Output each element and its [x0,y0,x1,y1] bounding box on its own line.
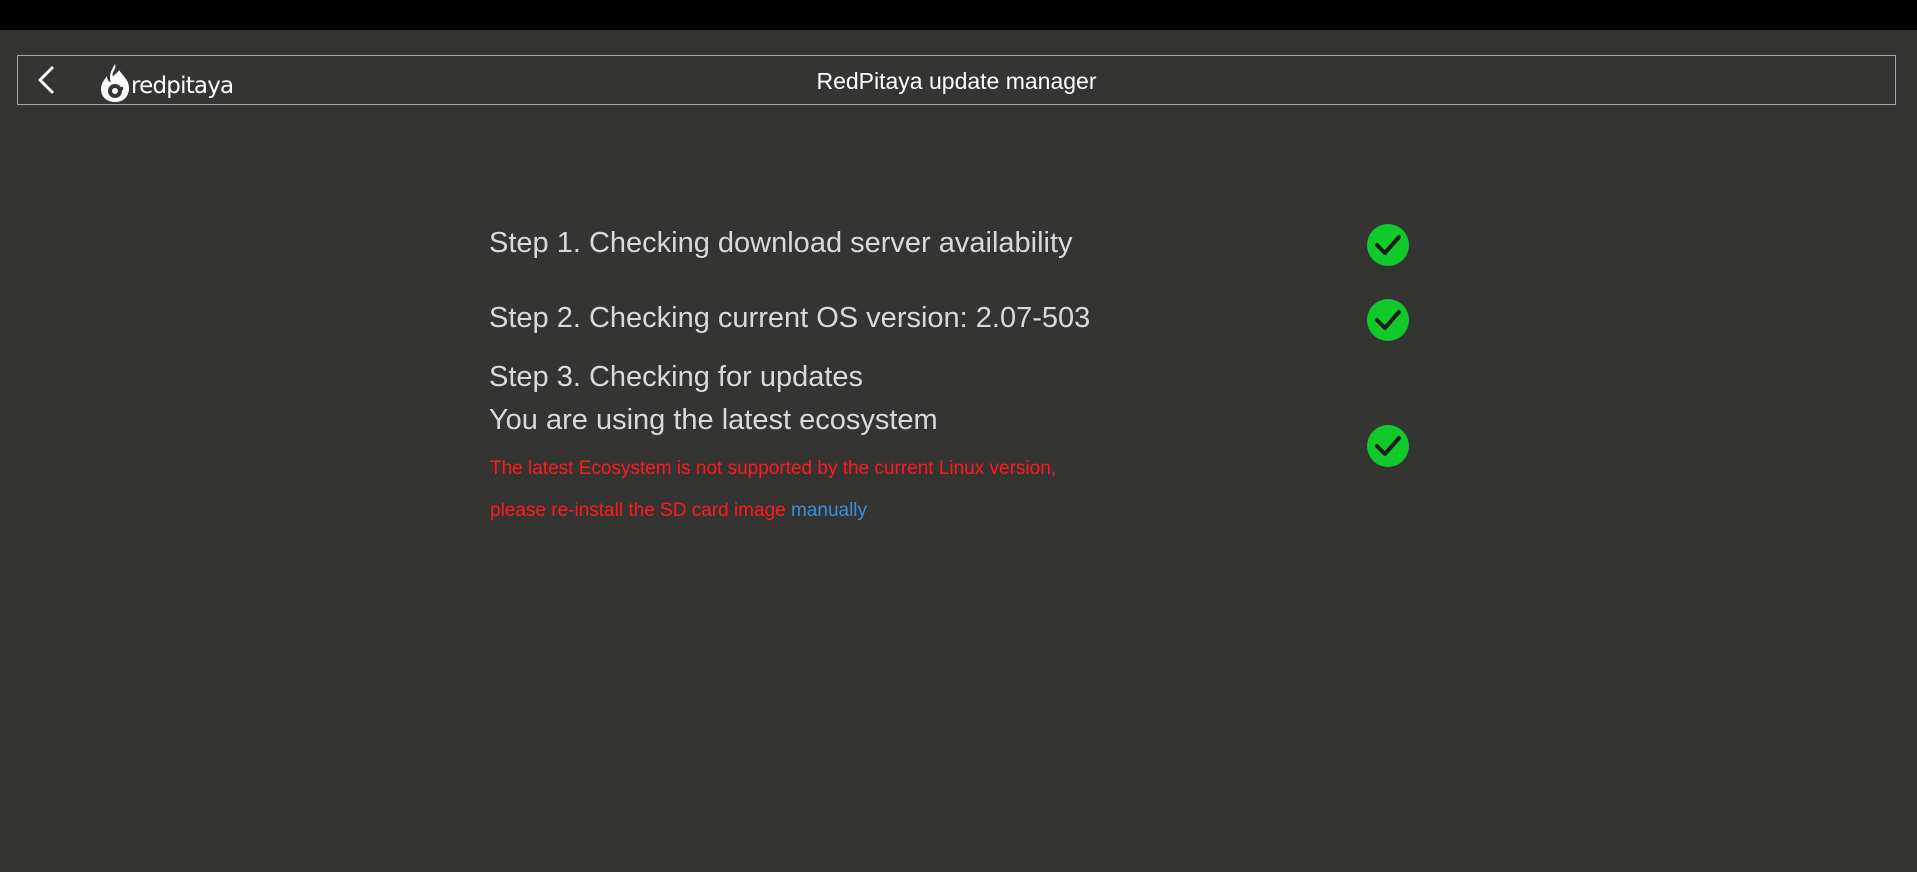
app-header: redpitaya RedPitaya update manager [17,55,1896,105]
browser-top-bar [0,0,1917,30]
check-icon [1367,425,1409,467]
warning-text: please re-install the SD card image [490,500,791,521]
warning-line-1: The latest Ecosystem is not supported by… [490,458,1057,479]
step-3-label: Step 3. Checking for updates [489,361,864,393]
step-1-label: Step 1. Checking download server availab… [489,227,1073,259]
step-2-label: Step 2. Checking current OS version: 2.0… [489,302,1091,334]
check-icon [1367,224,1409,266]
warning-line-2: please re-install the SD card image manu… [490,500,867,522]
page-title: RedPitaya update manager [816,68,1097,94]
result-message: You are using the latest ecosystem [489,404,938,436]
manual-install-link[interactable]: manually [791,500,867,521]
check-icon [1367,299,1409,341]
